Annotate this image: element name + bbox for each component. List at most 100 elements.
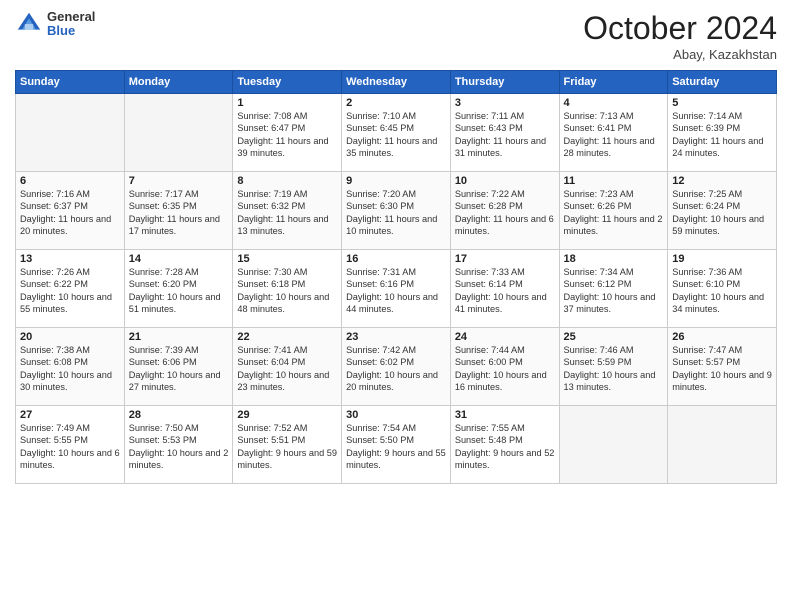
day-info: Sunrise: 7:50 AMSunset: 5:53 PMDaylight:…	[129, 422, 229, 472]
calendar-cell: 7Sunrise: 7:17 AMSunset: 6:35 PMDaylight…	[124, 172, 233, 250]
day-info: Sunrise: 7:22 AMSunset: 6:28 PMDaylight:…	[455, 188, 555, 238]
header-day-tuesday: Tuesday	[233, 71, 342, 94]
calendar-cell	[668, 406, 777, 484]
day-info: Sunrise: 7:28 AMSunset: 6:20 PMDaylight:…	[129, 266, 229, 316]
day-info: Sunrise: 7:23 AMSunset: 6:26 PMDaylight:…	[564, 188, 664, 238]
day-info: Sunrise: 7:14 AMSunset: 6:39 PMDaylight:…	[672, 110, 772, 160]
calendar-cell: 13Sunrise: 7:26 AMSunset: 6:22 PMDayligh…	[16, 250, 125, 328]
calendar-cell	[124, 94, 233, 172]
calendar-cell: 5Sunrise: 7:14 AMSunset: 6:39 PMDaylight…	[668, 94, 777, 172]
calendar-cell: 10Sunrise: 7:22 AMSunset: 6:28 PMDayligh…	[450, 172, 559, 250]
calendar-cell: 12Sunrise: 7:25 AMSunset: 6:24 PMDayligh…	[668, 172, 777, 250]
calendar-cell: 9Sunrise: 7:20 AMSunset: 6:30 PMDaylight…	[342, 172, 451, 250]
day-number: 2	[346, 97, 446, 109]
day-number: 8	[237, 175, 337, 187]
day-info: Sunrise: 7:39 AMSunset: 6:06 PMDaylight:…	[129, 344, 229, 394]
header-day-thursday: Thursday	[450, 71, 559, 94]
day-number: 9	[346, 175, 446, 187]
calendar-cell: 20Sunrise: 7:38 AMSunset: 6:08 PMDayligh…	[16, 328, 125, 406]
logo-icon	[15, 10, 43, 38]
calendar-cell: 28Sunrise: 7:50 AMSunset: 5:53 PMDayligh…	[124, 406, 233, 484]
day-info: Sunrise: 7:47 AMSunset: 5:57 PMDaylight:…	[672, 344, 772, 394]
day-number: 17	[455, 253, 555, 265]
day-info: Sunrise: 7:19 AMSunset: 6:32 PMDaylight:…	[237, 188, 337, 238]
day-info: Sunrise: 7:55 AMSunset: 5:48 PMDaylight:…	[455, 422, 555, 472]
header: General Blue October 2024 Abay, Kazakhst…	[15, 10, 777, 62]
day-info: Sunrise: 7:42 AMSunset: 6:02 PMDaylight:…	[346, 344, 446, 394]
calendar-cell: 26Sunrise: 7:47 AMSunset: 5:57 PMDayligh…	[668, 328, 777, 406]
day-number: 29	[237, 409, 337, 421]
day-info: Sunrise: 7:31 AMSunset: 6:16 PMDaylight:…	[346, 266, 446, 316]
day-info: Sunrise: 7:44 AMSunset: 6:00 PMDaylight:…	[455, 344, 555, 394]
day-info: Sunrise: 7:36 AMSunset: 6:10 PMDaylight:…	[672, 266, 772, 316]
logo: General Blue	[15, 10, 95, 39]
calendar-cell: 18Sunrise: 7:34 AMSunset: 6:12 PMDayligh…	[559, 250, 668, 328]
calendar-cell: 14Sunrise: 7:28 AMSunset: 6:20 PMDayligh…	[124, 250, 233, 328]
day-number: 18	[564, 253, 664, 265]
week-row-4: 20Sunrise: 7:38 AMSunset: 6:08 PMDayligh…	[16, 328, 777, 406]
day-info: Sunrise: 7:25 AMSunset: 6:24 PMDaylight:…	[672, 188, 772, 238]
header-day-wednesday: Wednesday	[342, 71, 451, 94]
header-day-friday: Friday	[559, 71, 668, 94]
day-info: Sunrise: 7:41 AMSunset: 6:04 PMDaylight:…	[237, 344, 337, 394]
day-number: 19	[672, 253, 772, 265]
calendar-cell: 19Sunrise: 7:36 AMSunset: 6:10 PMDayligh…	[668, 250, 777, 328]
header-day-saturday: Saturday	[668, 71, 777, 94]
day-number: 1	[237, 97, 337, 109]
day-info: Sunrise: 7:10 AMSunset: 6:45 PMDaylight:…	[346, 110, 446, 160]
calendar-cell: 31Sunrise: 7:55 AMSunset: 5:48 PMDayligh…	[450, 406, 559, 484]
day-info: Sunrise: 7:49 AMSunset: 5:55 PMDaylight:…	[20, 422, 120, 472]
day-number: 15	[237, 253, 337, 265]
logo-general-text: General	[47, 9, 95, 24]
calendar-cell: 6Sunrise: 7:16 AMSunset: 6:37 PMDaylight…	[16, 172, 125, 250]
day-number: 23	[346, 331, 446, 343]
week-row-2: 6Sunrise: 7:16 AMSunset: 6:37 PMDaylight…	[16, 172, 777, 250]
day-number: 11	[564, 175, 664, 187]
day-number: 14	[129, 253, 229, 265]
calendar-cell: 4Sunrise: 7:13 AMSunset: 6:41 PMDaylight…	[559, 94, 668, 172]
day-info: Sunrise: 7:30 AMSunset: 6:18 PMDaylight:…	[237, 266, 337, 316]
location: Abay, Kazakhstan	[583, 47, 777, 62]
day-info: Sunrise: 7:54 AMSunset: 5:50 PMDaylight:…	[346, 422, 446, 472]
header-row: SundayMondayTuesdayWednesdayThursdayFrid…	[16, 71, 777, 94]
logo-text: General Blue	[47, 10, 95, 39]
day-info: Sunrise: 7:33 AMSunset: 6:14 PMDaylight:…	[455, 266, 555, 316]
day-info: Sunrise: 7:11 AMSunset: 6:43 PMDaylight:…	[455, 110, 555, 160]
header-day-monday: Monday	[124, 71, 233, 94]
day-info: Sunrise: 7:38 AMSunset: 6:08 PMDaylight:…	[20, 344, 120, 394]
logo-blue-text: Blue	[47, 23, 75, 38]
day-number: 3	[455, 97, 555, 109]
day-number: 22	[237, 331, 337, 343]
day-info: Sunrise: 7:52 AMSunset: 5:51 PMDaylight:…	[237, 422, 337, 472]
day-number: 20	[20, 331, 120, 343]
calendar-cell	[16, 94, 125, 172]
calendar-cell	[559, 406, 668, 484]
week-row-1: 1Sunrise: 7:08 AMSunset: 6:47 PMDaylight…	[16, 94, 777, 172]
day-number: 10	[455, 175, 555, 187]
calendar-cell: 2Sunrise: 7:10 AMSunset: 6:45 PMDaylight…	[342, 94, 451, 172]
calendar-cell: 22Sunrise: 7:41 AMSunset: 6:04 PMDayligh…	[233, 328, 342, 406]
day-info: Sunrise: 7:46 AMSunset: 5:59 PMDaylight:…	[564, 344, 664, 394]
day-info: Sunrise: 7:26 AMSunset: 6:22 PMDaylight:…	[20, 266, 120, 316]
calendar-cell: 17Sunrise: 7:33 AMSunset: 6:14 PMDayligh…	[450, 250, 559, 328]
day-number: 25	[564, 331, 664, 343]
day-number: 7	[129, 175, 229, 187]
calendar-cell: 11Sunrise: 7:23 AMSunset: 6:26 PMDayligh…	[559, 172, 668, 250]
week-row-3: 13Sunrise: 7:26 AMSunset: 6:22 PMDayligh…	[16, 250, 777, 328]
calendar-cell: 27Sunrise: 7:49 AMSunset: 5:55 PMDayligh…	[16, 406, 125, 484]
day-info: Sunrise: 7:17 AMSunset: 6:35 PMDaylight:…	[129, 188, 229, 238]
calendar-cell: 23Sunrise: 7:42 AMSunset: 6:02 PMDayligh…	[342, 328, 451, 406]
day-info: Sunrise: 7:08 AMSunset: 6:47 PMDaylight:…	[237, 110, 337, 160]
day-number: 16	[346, 253, 446, 265]
month-title: October 2024	[583, 10, 777, 47]
page: General Blue October 2024 Abay, Kazakhst…	[0, 0, 792, 612]
calendar-cell: 29Sunrise: 7:52 AMSunset: 5:51 PMDayligh…	[233, 406, 342, 484]
day-info: Sunrise: 7:20 AMSunset: 6:30 PMDaylight:…	[346, 188, 446, 238]
header-day-sunday: Sunday	[16, 71, 125, 94]
day-number: 5	[672, 97, 772, 109]
day-number: 26	[672, 331, 772, 343]
day-number: 21	[129, 331, 229, 343]
calendar-cell: 16Sunrise: 7:31 AMSunset: 6:16 PMDayligh…	[342, 250, 451, 328]
day-info: Sunrise: 7:34 AMSunset: 6:12 PMDaylight:…	[564, 266, 664, 316]
calendar-cell: 8Sunrise: 7:19 AMSunset: 6:32 PMDaylight…	[233, 172, 342, 250]
